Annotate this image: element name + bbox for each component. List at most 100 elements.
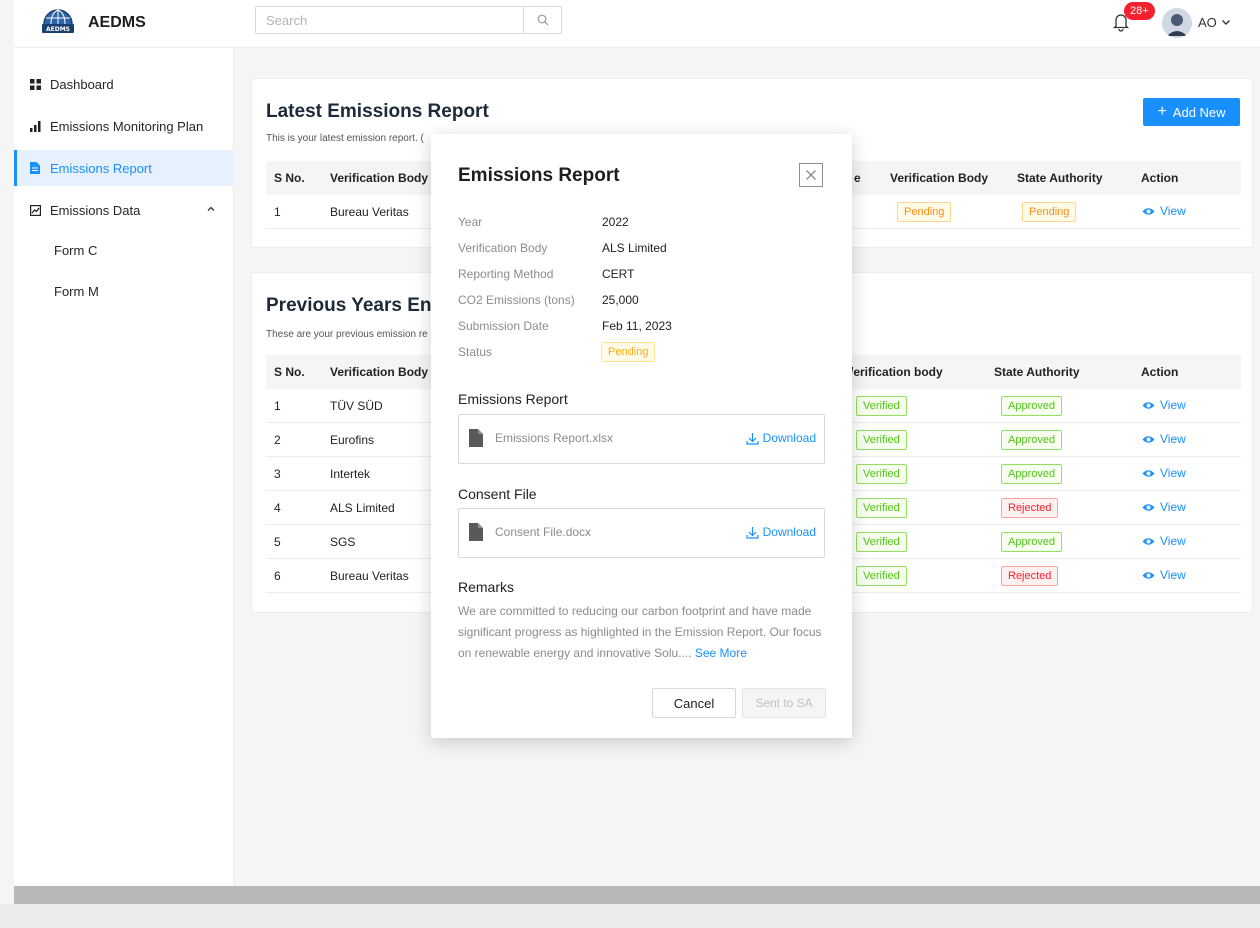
status-badge: Approved [1001, 396, 1063, 416]
status-badge: Verified [856, 566, 907, 586]
view-link[interactable]: View [1142, 432, 1186, 446]
verification-body-cell: TÜV SÜD [330, 399, 383, 413]
sidebar-subitem-label: Form C [54, 242, 98, 258]
view-label: View [1160, 500, 1186, 514]
add-new-button[interactable]: + Add New [1143, 98, 1240, 126]
status-badge: Pending [601, 342, 656, 362]
column-header: S No. [274, 365, 305, 379]
sno-cell: 5 [274, 535, 281, 549]
sidebar-item-emissions-data[interactable]: Emissions Data [14, 192, 234, 228]
modal-title: Emissions Report [458, 165, 620, 186]
sno-cell: 3 [274, 467, 281, 481]
plus-icon: + [1157, 103, 1167, 120]
column-header: State Authority [1017, 171, 1103, 185]
bottom-scrollbar[interactable] [14, 886, 1260, 904]
status-badge: Verified [856, 532, 907, 552]
column-header: e [854, 171, 861, 185]
document-icon [469, 429, 483, 447]
sidebar: Dashboard Emissions Monitoring Plan Emis… [14, 48, 234, 886]
view-link[interactable]: View [1142, 568, 1186, 582]
see-more-link[interactable]: See More [695, 646, 747, 660]
consent-download-link[interactable]: Download [746, 525, 816, 539]
eye-icon [1142, 469, 1155, 477]
sidebar-subitem-label: Form M [54, 283, 99, 299]
verification-body-label: Verification Body [458, 241, 548, 255]
co2-emissions-label: CO2 Emissions (tons) [458, 293, 575, 307]
view-link[interactable]: View [1142, 500, 1186, 514]
latest-report-subtitle: This is your latest emission report. ( [266, 133, 424, 144]
aedms-logo[interactable]: AEDMS [40, 6, 76, 40]
avatar[interactable] [1162, 8, 1192, 38]
sidebar-item-form-c[interactable]: Form C [14, 232, 234, 268]
status-label: Status [458, 345, 493, 359]
download-icon [746, 432, 759, 445]
column-header: Action [1141, 365, 1179, 379]
view-label: View [1160, 398, 1186, 412]
sidebar-item-label: Emissions Monitoring Plan [50, 118, 204, 134]
column-header: S No. [274, 171, 305, 185]
chart-box-icon [28, 203, 42, 217]
verification-body-cell: SGS [330, 535, 356, 549]
eye-icon [1142, 537, 1155, 545]
left-edge-strip [0, 0, 14, 886]
view-label: View [1160, 534, 1186, 548]
file-icon [28, 161, 42, 175]
reporting-method-value: CERT [602, 267, 635, 281]
view-link[interactable]: View [1142, 204, 1186, 218]
eye-icon [1142, 503, 1155, 511]
eye-icon [1142, 207, 1155, 215]
latest-report-title: Latest Emissions Report [266, 101, 489, 122]
sidebar-item-label: Dashboard [50, 76, 114, 92]
view-link[interactable]: View [1142, 466, 1186, 480]
sidebar-item-emissions-monitoring-plan[interactable]: Emissions Monitoring Plan [14, 108, 234, 144]
view-label: View [1160, 432, 1186, 446]
view-link[interactable]: View [1142, 534, 1186, 548]
submission-date-label: Submission Date [458, 319, 549, 333]
download-label: Download [762, 431, 816, 445]
view-label: View [1160, 466, 1186, 480]
status-badge: Approved [1001, 532, 1063, 552]
verification-body-cell: Bureau Veritas [330, 205, 409, 219]
column-header: State Authority [994, 365, 1080, 379]
view-link[interactable]: View [1142, 398, 1186, 412]
sidebar-item-form-m[interactable]: Form M [14, 273, 234, 309]
verification-body-cell: Eurofins [330, 433, 375, 447]
document-icon [469, 523, 483, 541]
search-input[interactable] [256, 7, 510, 33]
report-section-label: Emissions Report [458, 391, 568, 407]
search-button[interactable] [523, 7, 561, 33]
column-header: Verification Body [890, 171, 989, 185]
sno-cell: 4 [274, 501, 281, 515]
download-label: Download [762, 525, 816, 539]
user-initials[interactable]: AO [1198, 15, 1217, 30]
consent-file-name: Consent File.docx [495, 525, 592, 539]
view-label: View [1160, 204, 1186, 218]
bottom-strip [0, 904, 1260, 928]
sno-cell: 1 [274, 399, 281, 413]
remarks-label: Remarks [458, 579, 515, 595]
close-button[interactable] [799, 163, 823, 187]
top-header: AEDMS AEDMS 28+ AO [14, 0, 1260, 48]
consent-section-label: Consent File [458, 486, 537, 502]
status-badge: Pending [1022, 202, 1077, 222]
sent-to-sa-button[interactable]: Sent to SA [742, 688, 826, 718]
sidebar-item-dashboard[interactable]: Dashboard [14, 66, 234, 102]
status-badge: Rejected [1001, 566, 1059, 586]
cancel-button[interactable]: Cancel [652, 688, 736, 718]
sidebar-item-label: Emissions Data [50, 202, 141, 218]
status-badge: Approved [1001, 430, 1063, 450]
column-header: Verification Body [330, 365, 429, 379]
eye-icon [1142, 571, 1155, 579]
download-icon [746, 526, 759, 539]
close-icon [806, 170, 816, 180]
search-icon [537, 14, 548, 26]
consent-file-box: Consent File.docx Download [458, 508, 825, 558]
previous-reports-subtitle: These are your previous emission re [266, 329, 428, 340]
chevron-down-icon[interactable] [1220, 16, 1232, 28]
status-badge: Rejected [1001, 498, 1059, 518]
sno-cell: 2 [274, 433, 281, 447]
column-header: Verification Body [330, 171, 429, 185]
status-badge: Approved [1001, 464, 1063, 484]
report-download-link[interactable]: Download [746, 431, 816, 445]
sidebar-item-emissions-report[interactable]: Emissions Report [14, 150, 234, 186]
